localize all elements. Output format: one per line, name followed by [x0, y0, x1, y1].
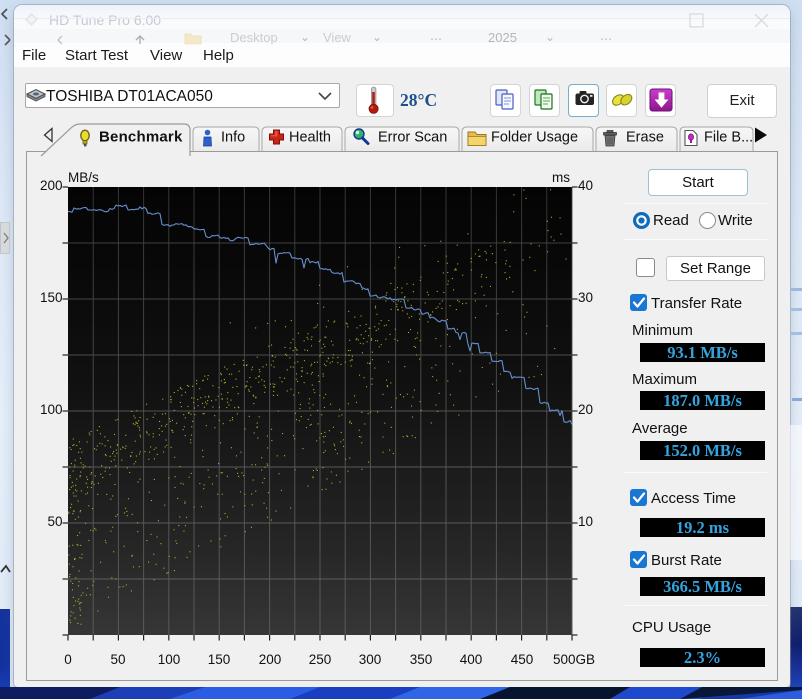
svg-text:Erase: Erase [626, 130, 664, 146]
svg-text:150: 150 [208, 652, 231, 667]
svg-text:40: 40 [578, 178, 593, 193]
svg-text:150: 150 [40, 290, 63, 305]
svg-text:50: 50 [110, 652, 125, 667]
svg-text:Health: Health [289, 130, 331, 146]
svg-text:200: 200 [40, 178, 63, 193]
svg-text:450: 450 [511, 652, 534, 667]
svg-text:Info: Info [221, 130, 245, 146]
svg-text:MB/s: MB/s [68, 170, 99, 185]
svg-text:Error Scan: Error Scan [378, 130, 447, 146]
svg-text:400: 400 [460, 652, 483, 667]
svg-text:30: 30 [578, 290, 593, 305]
svg-text:0: 0 [64, 652, 72, 667]
svg-text:File B...: File B... [704, 130, 753, 146]
svg-text:Benchmark: Benchmark [99, 129, 183, 146]
svg-text:500GB: 500GB [553, 652, 595, 667]
svg-text:350: 350 [410, 652, 433, 667]
svg-text:20: 20 [578, 402, 593, 417]
svg-text:250: 250 [309, 652, 332, 667]
svg-text:ms: ms [552, 170, 570, 185]
svg-text:100: 100 [158, 652, 181, 667]
svg-text:Folder Usage: Folder Usage [491, 130, 578, 146]
svg-text:200: 200 [259, 652, 282, 667]
svg-text:100: 100 [40, 402, 63, 417]
svg-text:50: 50 [47, 514, 62, 529]
svg-text:10: 10 [578, 514, 593, 529]
svg-text:300: 300 [359, 652, 382, 667]
